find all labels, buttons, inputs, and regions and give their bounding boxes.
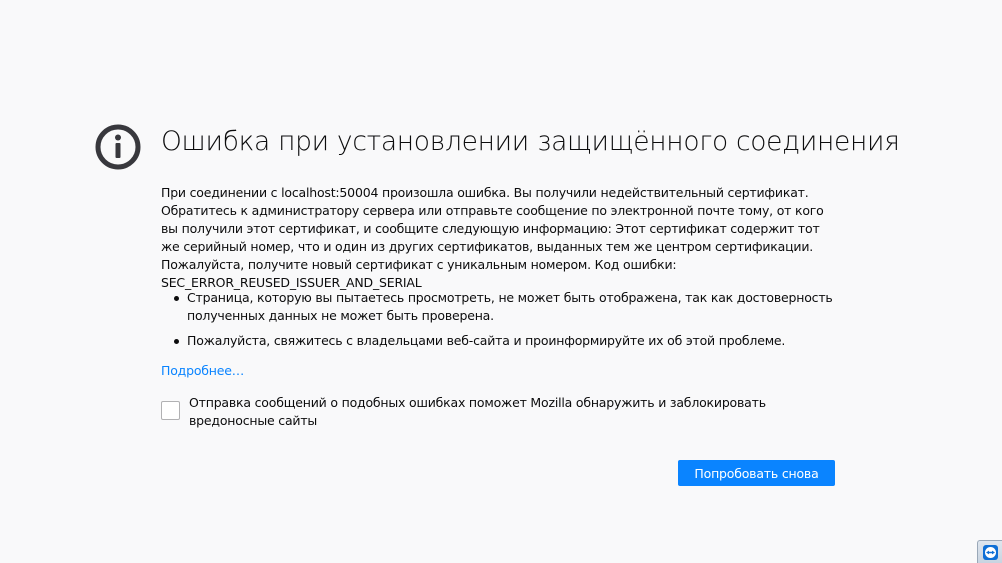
try-again-button[interactable]: Попробовать снова	[678, 460, 835, 486]
report-checkbox-label[interactable]: Отправка сообщений о подобных ошибках по…	[189, 394, 849, 430]
reason-text: Страница, которую вы пытаетесь просмотре…	[187, 290, 833, 323]
taskbar-tray	[977, 540, 1002, 563]
page-title: Ошибка при установлении защищённого соед…	[161, 126, 900, 157]
teamviewer-icon[interactable]	[983, 545, 998, 560]
list-item: Страница, которую вы пытаетесь просмотре…	[161, 289, 841, 325]
reason-text: Пожалуйста, свяжитесь с владельцами веб-…	[187, 333, 786, 348]
bullet-icon	[174, 296, 179, 301]
reasons-list: Страница, которую вы пытаетесь просмотре…	[161, 289, 841, 357]
error-page: Ошибка при установлении защищённого соед…	[0, 0, 1002, 563]
report-checkbox[interactable]	[161, 401, 180, 420]
bullet-icon	[174, 339, 179, 344]
advanced-link[interactable]: Подробнее…	[161, 362, 244, 380]
error-description: При соединении с localhost:50004 произош…	[161, 185, 824, 290]
list-item: Пожалуйста, свяжитесь с владельцами веб-…	[161, 332, 841, 350]
info-icon	[95, 124, 141, 170]
